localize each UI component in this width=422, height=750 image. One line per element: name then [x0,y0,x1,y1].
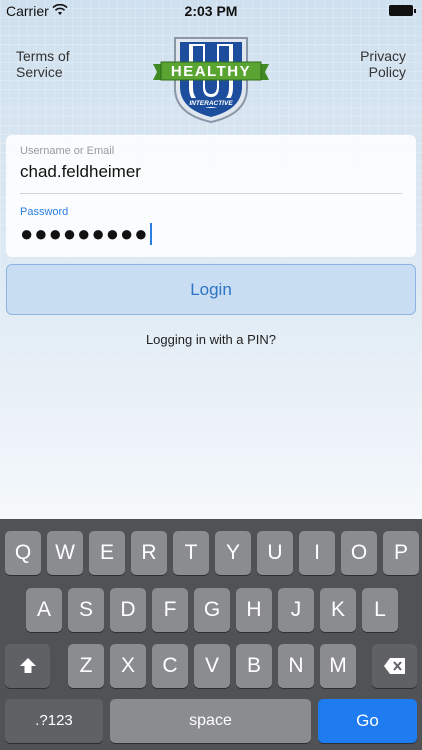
privacy-line-2: Policy [368,64,406,80]
key-y[interactable]: Y [215,531,251,575]
key-t[interactable]: T [173,531,209,575]
key-u[interactable]: U [257,531,293,575]
login-form: Username or Email chad.feldheimer Passwo… [6,135,416,257]
text-cursor [149,223,152,245]
pin-login-link[interactable]: Logging in with a PIN? [0,332,422,347]
key-m[interactable]: M [320,644,356,688]
key-z[interactable]: Z [68,644,104,688]
key-h[interactable]: H [236,588,272,632]
healthy-u-logo: HEALTHY INTERACTIVE [153,37,269,124]
clock: 2:03 PM [184,3,238,19]
delete-key[interactable] [372,644,417,688]
privacy-line-1: Privacy [360,48,406,64]
space-key[interactable]: space [110,699,311,743]
key-o[interactable]: O [341,531,377,575]
key-j[interactable]: J [278,588,314,632]
key-a[interactable]: A [26,588,62,632]
shift-icon [19,658,36,674]
logo-sub-text: INTERACTIVE [189,100,233,107]
key-v[interactable]: V [194,644,230,688]
key-g[interactable]: G [194,588,230,632]
key-b[interactable]: B [236,644,272,688]
password-label: Password [20,206,69,218]
privacy-policy-link[interactable]: Privacy Policy [360,48,406,80]
key-x[interactable]: X [110,644,146,688]
password-field[interactable]: ●●●●●●●●● [20,221,152,247]
username-label: Username or Email [20,145,115,157]
key-d[interactable]: D [110,588,146,632]
numbers-key[interactable]: .?123 [5,699,103,743]
shift-key[interactable] [5,644,50,688]
field-divider [20,193,402,194]
key-i[interactable]: I [299,531,335,575]
terms-line-2: Service [16,64,63,80]
terms-of-service-link[interactable]: Terms of Service [16,48,70,80]
key-n[interactable]: N [278,644,314,688]
key-l[interactable]: L [362,588,398,632]
key-r[interactable]: R [131,531,167,575]
key-c[interactable]: C [152,644,188,688]
key-p[interactable]: P [383,531,419,575]
key-s[interactable]: S [68,588,104,632]
logo-banner-text: HEALTHY [171,63,251,80]
key-q[interactable]: Q [5,531,41,575]
key-w[interactable]: W [47,531,83,575]
battery-icon [389,5,416,16]
key-f[interactable]: F [152,588,188,632]
login-screen: Carrier 2:03 PM Terms of Service HEALTHY… [0,0,422,750]
username-field[interactable]: chad.feldheimer [20,162,141,182]
status-bar: Carrier 2:03 PM [0,0,422,22]
login-button[interactable]: Login [6,264,416,315]
go-key[interactable]: Go [318,699,417,743]
password-masked-value: ●●●●●●●●● [20,221,149,246]
key-e[interactable]: E [89,531,125,575]
keyboard: Q W E R T Y U I O P A S D F G H J K L Z … [0,519,422,750]
key-k[interactable]: K [320,588,356,632]
delete-icon [383,658,405,675]
terms-line-1: Terms of [16,48,70,64]
